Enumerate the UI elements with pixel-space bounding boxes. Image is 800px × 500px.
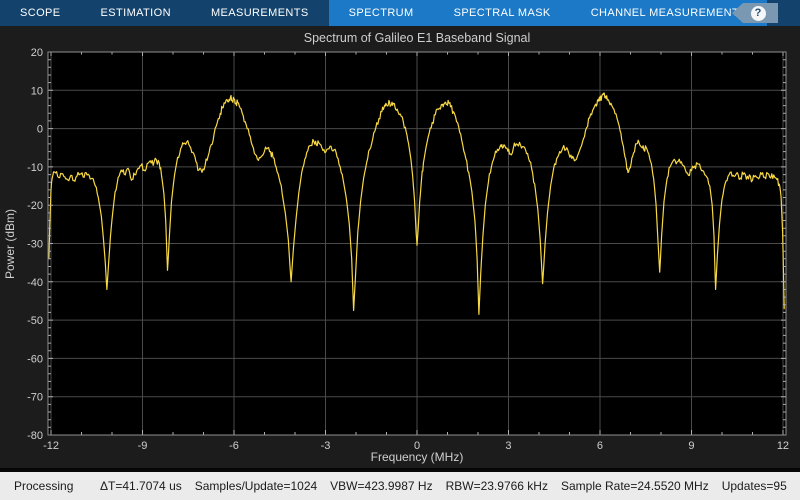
status-stat: Sample Rate=24.5520 MHz bbox=[561, 479, 709, 493]
y-tick-label: -30 bbox=[27, 239, 43, 251]
y-tick-label: -80 bbox=[27, 430, 43, 442]
status-stat: ΔT=41.7074 us bbox=[100, 479, 182, 493]
y-tick-label: 0 bbox=[37, 124, 43, 136]
chart-title: Spectrum of Galileo E1 Baseband Signal bbox=[48, 31, 786, 45]
y-tick-label: -10 bbox=[27, 162, 43, 174]
status-stat: Samples/Update=1024 bbox=[195, 479, 317, 493]
status-bar: Processing ΔT=41.7074 us Samples/Update=1… bbox=[0, 472, 800, 500]
toolstrip: SCOPE ESTIMATION MEASUREMENTS SPECTRUM S… bbox=[0, 0, 800, 26]
y-tick-label: -60 bbox=[27, 353, 43, 365]
status-mode: Processing bbox=[14, 479, 100, 493]
y-axis-label: Power (dBm) bbox=[3, 194, 17, 294]
y-tick-label: -40 bbox=[27, 277, 43, 289]
y-tick-label: 10 bbox=[31, 85, 43, 97]
tab-scope[interactable]: SCOPE bbox=[0, 0, 81, 26]
y-tick-label: -50 bbox=[27, 315, 43, 327]
y-tick-label: -20 bbox=[27, 200, 43, 212]
spectrum-analyzer-window: SCOPE ESTIMATION MEASUREMENTS SPECTRUM S… bbox=[0, 0, 800, 500]
tab-measurements[interactable]: MEASUREMENTS bbox=[191, 0, 329, 26]
status-stat: RBW=23.9766 kHz bbox=[446, 479, 548, 493]
status-stat: Updates=95 bbox=[722, 479, 787, 493]
plot-canvas[interactable]: -12-9-6-303691220100-10-20-30-40-50-60-7… bbox=[0, 26, 800, 468]
status-stats: ΔT=41.7074 us Samples/Update=1024 VBW=423.… bbox=[100, 479, 800, 493]
tab-spectral-mask[interactable]: SPECTRAL MASK bbox=[434, 0, 571, 26]
question-icon: ? bbox=[751, 6, 766, 21]
y-tick-label: -70 bbox=[27, 392, 43, 404]
tab-spectrum[interactable]: SPECTRUM bbox=[329, 0, 434, 26]
x-axis-label: Frequency (MHz) bbox=[48, 450, 786, 464]
status-stat: VBW=423.9987 Hz bbox=[330, 479, 432, 493]
scope-figure: -12-9-6-303691220100-10-20-30-40-50-60-7… bbox=[0, 26, 800, 468]
tab-estimation[interactable]: ESTIMATION bbox=[81, 0, 191, 26]
y-tick-label: 20 bbox=[31, 47, 43, 59]
spectrum-tab-group: SPECTRUM SPECTRAL MASK CHANNEL MEASUREME… bbox=[329, 0, 767, 26]
